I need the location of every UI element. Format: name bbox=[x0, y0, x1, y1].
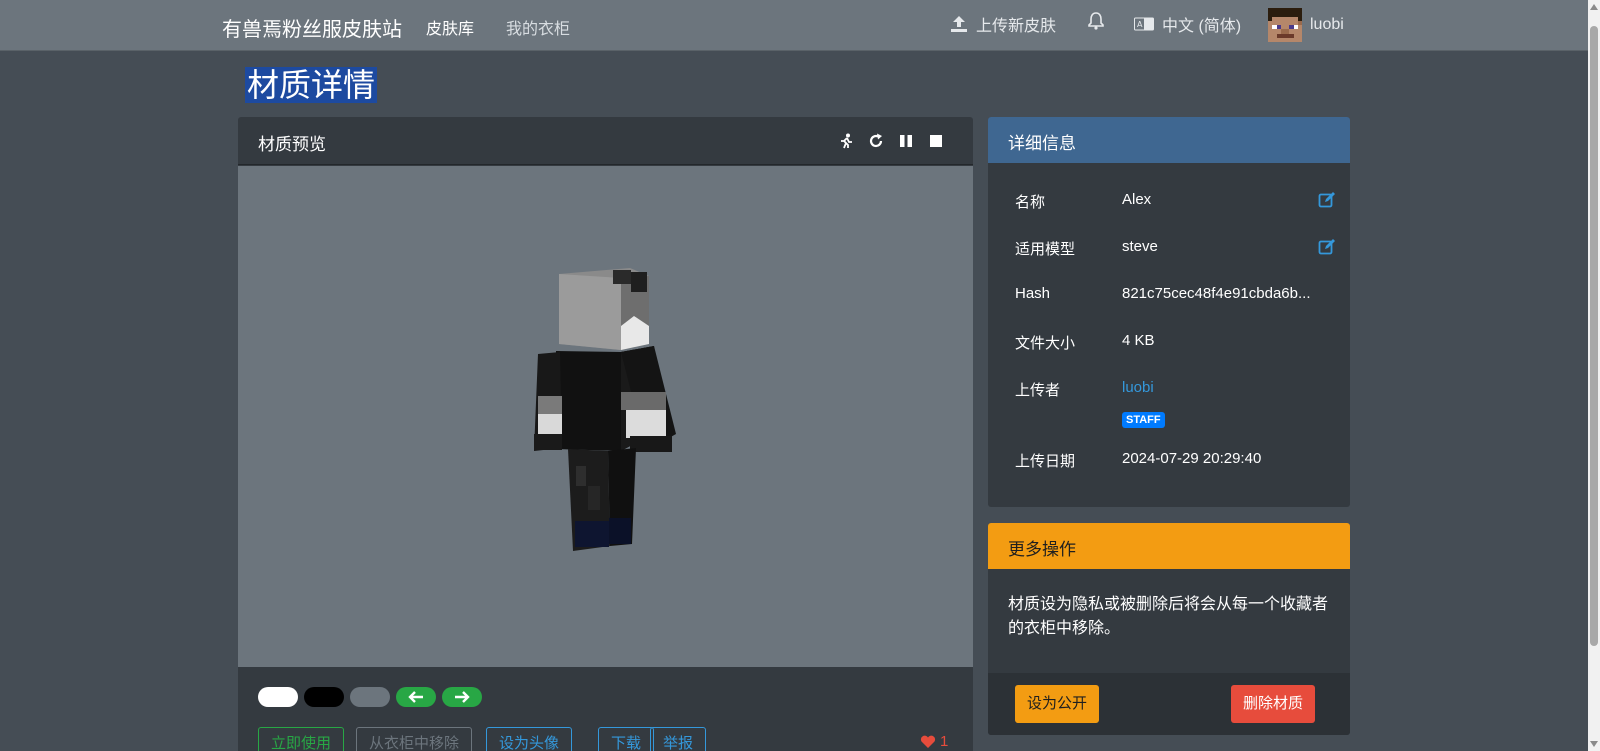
next-bg-button[interactable] bbox=[442, 687, 482, 707]
set-public-button[interactable]: 设为公开 bbox=[1015, 685, 1100, 723]
report-button[interactable]: 举报 bbox=[650, 727, 707, 751]
user-menu[interactable]: luobi bbox=[1268, 8, 1344, 42]
more-card-header: 更多操作 bbox=[988, 523, 1350, 569]
like-counter[interactable]: 1 bbox=[920, 733, 948, 750]
model-value: steve bbox=[1122, 238, 1158, 255]
pause-icon[interactable] bbox=[896, 131, 916, 151]
staff-badge: STAFF bbox=[1122, 412, 1165, 428]
name-value: Alex bbox=[1122, 191, 1152, 208]
set-avatar-button[interactable]: 设为头像 bbox=[486, 727, 573, 751]
upload-link[interactable]: 上传新皮肤 bbox=[950, 12, 1056, 36]
uploader-link[interactable]: luobi bbox=[1122, 379, 1154, 396]
language-label: 中文 (简体) bbox=[1162, 18, 1242, 35]
skin-3d-viewer[interactable] bbox=[238, 166, 973, 667]
language-switcher[interactable]: A 中文 (简体) bbox=[1134, 12, 1241, 36]
model-label: 适用模型 bbox=[1015, 241, 1076, 258]
download-button[interactable]: 下载 bbox=[598, 727, 655, 751]
prev-bg-button[interactable] bbox=[396, 687, 436, 707]
hash-label: Hash bbox=[1015, 285, 1051, 302]
delete-texture-button[interactable]: 删除材质 bbox=[1231, 685, 1316, 723]
arrow-left-icon bbox=[408, 691, 423, 703]
bg-black-swatch[interactable] bbox=[304, 687, 344, 707]
svg-text:A: A bbox=[1137, 20, 1143, 29]
avatar-pixel bbox=[1297, 37, 1302, 42]
username: luobi bbox=[1310, 16, 1344, 33]
site-brand[interactable]: 有兽焉粉丝服皮肤站 bbox=[222, 13, 402, 42]
hash-value: 821c75cec48f4e91cbda6b... bbox=[1122, 285, 1311, 302]
notifications-button[interactable] bbox=[1088, 12, 1104, 30]
top-navbar: 有兽焉粉丝服皮肤站 皮肤库 我的衣柜 上传新皮肤 A 中文 (简体) luobi bbox=[0, 0, 1588, 51]
page-scrollbar[interactable] bbox=[1588, 0, 1600, 751]
bg-white-swatch[interactable] bbox=[258, 687, 298, 707]
arrow-right-icon bbox=[455, 691, 470, 703]
nav-skin-library[interactable]: 皮肤库 bbox=[426, 15, 474, 39]
preview-card-header: 材质预览 bbox=[238, 117, 973, 165]
nav-wardrobe[interactable]: 我的衣柜 bbox=[506, 15, 570, 39]
stop-icon[interactable] bbox=[926, 131, 946, 151]
filesize-value: 4 KB bbox=[1122, 332, 1155, 349]
edit-model-icon[interactable] bbox=[1318, 238, 1336, 256]
more-card-notice: 材质设为隐私或被删除后将会从每一个收藏者的衣柜中移除。 bbox=[1008, 596, 1329, 637]
remove-from-wardrobe-button[interactable]: 从衣柜中移除 bbox=[356, 727, 473, 751]
name-label: 名称 bbox=[1015, 194, 1046, 211]
upload-icon bbox=[951, 16, 967, 32]
skin-model bbox=[534, 268, 676, 551]
info-card-header: 详细信息 bbox=[988, 117, 1350, 163]
info-card-title: 详细信息 bbox=[1008, 134, 1076, 153]
language-icon: A bbox=[1134, 17, 1154, 31]
upload-label: 上传新皮肤 bbox=[976, 18, 1057, 35]
like-count: 1 bbox=[940, 733, 949, 750]
use-now-button[interactable]: 立即使用 bbox=[258, 727, 345, 751]
run-icon[interactable] bbox=[836, 131, 856, 151]
more-card-title: 更多操作 bbox=[1008, 540, 1076, 559]
scroll-down-icon[interactable] bbox=[1590, 741, 1598, 747]
bell-icon bbox=[1088, 12, 1104, 30]
filesize-label: 文件大小 bbox=[1015, 335, 1076, 352]
redo-icon[interactable] bbox=[866, 131, 886, 151]
heart-icon bbox=[920, 735, 936, 748]
upload-date-value: 2024-07-29 20:29:40 bbox=[1122, 450, 1262, 467]
preview-card-title: 材质预览 bbox=[258, 135, 326, 154]
page-title: 材质详情 bbox=[245, 67, 378, 103]
edit-name-icon[interactable] bbox=[1318, 191, 1336, 209]
uploader-label: 上传者 bbox=[1015, 382, 1061, 399]
more-card-footer: 设为公开 删除材质 bbox=[988, 673, 1350, 735]
scroll-up-icon[interactable] bbox=[1590, 4, 1598, 10]
more-actions-card: 更多操作 材质设为隐私或被删除后将会从每一个收藏者的衣柜中移除。 设为公开 删除… bbox=[988, 523, 1350, 735]
detail-info-card: 详细信息 名称 Alex 适用模型 steve Hash 821c75cec48… bbox=[988, 117, 1350, 507]
bg-gray-swatch[interactable] bbox=[350, 687, 390, 707]
scroll-thumb[interactable] bbox=[1590, 26, 1598, 646]
upload-date-label: 上传日期 bbox=[1015, 453, 1076, 470]
avatar bbox=[1268, 8, 1302, 42]
skin-preview-card: 材质预览 立即使用 从衣柜中移除 设为头像 下载 举报 1 bbox=[238, 117, 973, 751]
